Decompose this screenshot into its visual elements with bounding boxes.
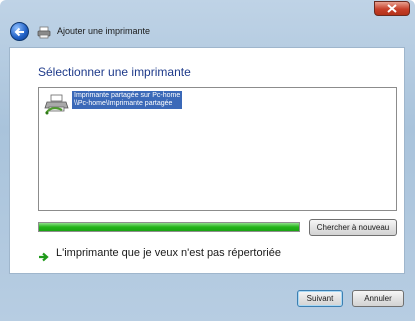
- list-item[interactable]: Imprimante partagée sur Pc-home \\Pc-hom…: [42, 91, 242, 117]
- close-icon: [387, 4, 397, 13]
- search-again-button[interactable]: Chercher à nouveau: [309, 219, 397, 236]
- title-bar: Ajouter une imprimante: [0, 20, 415, 46]
- next-button[interactable]: Suivant: [297, 290, 343, 307]
- not-listed-link-text[interactable]: L'imprimante que je veux n'est pas réper…: [56, 247, 281, 259]
- printer-name: Imprimante partagée sur Pc-home: [74, 92, 181, 99]
- progress-fill: [39, 223, 299, 231]
- network-printer-icon: [44, 93, 70, 120]
- printer-list[interactable]: Imprimante partagée sur Pc-home \\Pc-hom…: [38, 87, 397, 211]
- printer-label: Imprimante partagée sur Pc-home \\Pc-hom…: [72, 91, 183, 109]
- printer-path: \\Pc-home\Imprimante partagée: [74, 100, 173, 107]
- search-progress-bar: [38, 222, 300, 232]
- content-panel: Sélectionner une imprimante Imprimante p…: [9, 47, 405, 274]
- cancel-button[interactable]: Annuler: [352, 290, 404, 307]
- close-button[interactable]: [374, 1, 410, 16]
- wizard-window: Ajouter une imprimante Sélectionner une …: [0, 0, 415, 321]
- back-arrow-icon: [14, 27, 24, 36]
- green-arrow-icon: [38, 249, 49, 267]
- page-title: Sélectionner une imprimante: [38, 65, 191, 79]
- window-title: Ajouter une imprimante: [57, 26, 151, 36]
- printer-icon: [37, 26, 51, 44]
- back-button[interactable]: [10, 22, 29, 41]
